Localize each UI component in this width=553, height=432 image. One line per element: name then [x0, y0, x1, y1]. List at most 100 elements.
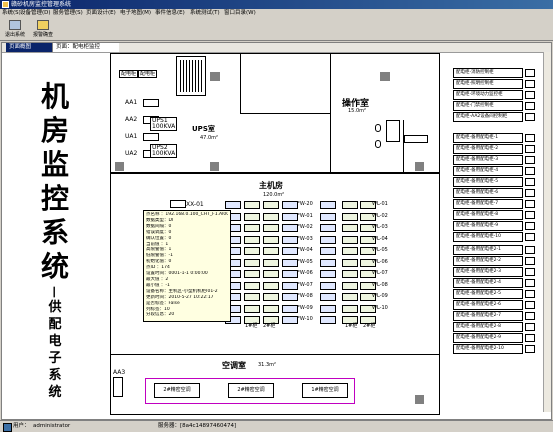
cabinet-status-indicator[interactable]: [525, 345, 535, 353]
cabinet-e[interactable]: [320, 224, 336, 232]
ac-unit-2[interactable]: 2#精密空调: [228, 383, 274, 398]
cabinet-e[interactable]: [320, 316, 336, 324]
ua1-cabinet[interactable]: [143, 133, 159, 141]
cabinet-list-item[interactable]: 配电柜-备用配电柜-4: [453, 166, 523, 176]
cabinet-top-2[interactable]: 配电柜: [138, 70, 158, 78]
cabinet-f[interactable]: [342, 224, 358, 232]
menu-item-6[interactable]: 系统测试(T): [190, 9, 220, 18]
cabinet-status-indicator[interactable]: [525, 69, 535, 77]
cabinet-status-indicator[interactable]: [525, 268, 535, 276]
ups1[interactable]: UPS1 100KVA: [150, 117, 178, 131]
cabinet-status-indicator[interactable]: [525, 301, 535, 309]
menu-item-2[interactable]: 服务管理(S): [53, 9, 83, 18]
cabinet-list-item[interactable]: 配电柜-消防控制柜: [453, 68, 523, 78]
cabinet-f[interactable]: [342, 293, 358, 301]
cabinet-c[interactable]: [263, 224, 279, 232]
cabinet-d[interactable]: [282, 316, 298, 324]
cabinet-f[interactable]: [342, 304, 358, 313]
cabinet-e[interactable]: [320, 247, 336, 255]
cabinet-list-item[interactable]: 配电柜-备用配电柜-3: [453, 155, 523, 165]
cabinet-b[interactable]: [244, 235, 260, 244]
cabinet-e[interactable]: [320, 293, 336, 301]
cabinet-c[interactable]: [263, 201, 279, 209]
cabinet-c[interactable]: [263, 304, 279, 313]
cabinet-c[interactable]: [263, 293, 279, 301]
cabinet-status-indicator[interactable]: [525, 189, 535, 197]
cabinet-list-item[interactable]: 配电柜-备用配电柜2-2: [453, 256, 523, 266]
cabinet-d[interactable]: [282, 258, 298, 267]
cabinet-list-item[interactable]: 配电柜-备用配电柜-9: [453, 221, 523, 231]
cabinet-d[interactable]: [282, 247, 298, 255]
cabinet-status-indicator[interactable]: [525, 91, 535, 99]
cabinet-status-indicator[interactable]: [525, 222, 535, 230]
ac-unit-1[interactable]: 2#精密空调: [154, 383, 200, 398]
cabinet-status-indicator[interactable]: [525, 134, 535, 142]
cabinet-list-item[interactable]: 配电柜-备用配电柜-2: [453, 144, 523, 154]
cabinet-status-indicator[interactable]: [525, 279, 535, 287]
cabinet-list-item[interactable]: 配电柜-备用配电柜-5: [453, 177, 523, 187]
cabinet-c[interactable]: [263, 258, 279, 267]
cabinet-d[interactable]: [282, 201, 298, 209]
cabinet-status-indicator[interactable]: [525, 200, 535, 208]
cabinet-list-item[interactable]: 配电柜-AA2设备间控制柜: [453, 112, 523, 122]
cabinet-e[interactable]: [320, 212, 336, 221]
cabinet-list-item[interactable]: 配电柜-备用配电柜-10: [453, 232, 523, 242]
menu-item-0[interactable]: 系统(S): [2, 9, 21, 18]
cabinet-b[interactable]: [244, 247, 260, 255]
cabinet-list-item[interactable]: 配电柜-备用配电柜2-4: [453, 278, 523, 288]
cabinet-list-item[interactable]: 配电柜-备用配电柜2-10: [453, 344, 523, 354]
cabinet-status-indicator[interactable]: [525, 178, 535, 186]
cabinet-f[interactable]: [342, 212, 358, 221]
cabinet-status-indicator[interactable]: [525, 290, 535, 298]
tab-distribution[interactable]: 页面：配电柜监控: [52, 43, 119, 52]
exit-system-button[interactable]: 退出系统: [2, 19, 28, 39]
cabinet-f[interactable]: [342, 270, 358, 278]
cabinet-list-item[interactable]: 配电柜-备用配电柜-7: [453, 199, 523, 209]
cabinet-f[interactable]: [342, 201, 358, 209]
cabinet-e[interactable]: [320, 304, 336, 313]
cabinet-status-indicator[interactable]: [525, 156, 535, 164]
xx01-cabinet[interactable]: [170, 200, 186, 208]
cabinet-list-item[interactable]: 配电柜-备用配电柜2-1: [453, 245, 523, 255]
cabinet-b[interactable]: [244, 258, 260, 267]
cabinet-c[interactable]: [263, 212, 279, 221]
cabinet-a[interactable]: [225, 201, 241, 209]
cabinet-status-indicator[interactable]: [525, 246, 535, 254]
cabinet-list-item[interactable]: 配电柜-备用配电柜-8: [453, 210, 523, 220]
cabinet-list-item[interactable]: 配电柜-备用配电柜2-9: [453, 333, 523, 343]
tab-overview[interactable]: 页面概图: [6, 43, 56, 52]
cabinet-b[interactable]: [244, 224, 260, 232]
cabinet-c[interactable]: [263, 281, 279, 290]
cabinet-b[interactable]: [244, 293, 260, 301]
aa1-cabinet[interactable]: [143, 99, 159, 107]
cabinet-f[interactable]: [342, 247, 358, 255]
cabinet-status-indicator[interactable]: [525, 211, 535, 219]
menu-item-1[interactable]: 设备管理(D): [20, 9, 51, 18]
ups2[interactable]: UPS2 100KVA: [150, 144, 178, 158]
cabinet-status-indicator[interactable]: [525, 312, 535, 320]
cabinet-d[interactable]: [282, 235, 298, 244]
cabinet-status-indicator[interactable]: [525, 80, 535, 88]
menu-item-7[interactable]: 窗口目录(W): [224, 9, 256, 18]
cabinet-d[interactable]: [282, 224, 298, 232]
cabinet-f[interactable]: [342, 281, 358, 290]
cabinet-list-item[interactable]: 配电柜-备用配电柜-1: [453, 133, 523, 143]
cabinet-list-item[interactable]: 配电柜-备用配电柜2-5: [453, 289, 523, 299]
cabinet-list-item[interactable]: 配电柜-备用配电柜2-8: [453, 322, 523, 332]
cabinet-d[interactable]: [282, 212, 298, 221]
cabinet-b[interactable]: [244, 212, 260, 221]
cabinet-list-item[interactable]: 配电柜-备用配电柜2-3: [453, 267, 523, 277]
vertical-scrollbar[interactable]: [543, 52, 551, 412]
cabinet-c[interactable]: [263, 270, 279, 278]
cabinet-e[interactable]: [320, 235, 336, 244]
cabinet-list-item[interactable]: 配电柜-门禁控制柜: [453, 101, 523, 111]
cabinet-status-indicator[interactable]: [525, 323, 535, 331]
cabinet-status-indicator[interactable]: [525, 233, 535, 241]
cabinet-status-indicator[interactable]: [525, 167, 535, 175]
cabinet-list-item[interactable]: 配电柜-环境动力监控柜: [453, 90, 523, 100]
cabinet-b[interactable]: [244, 201, 260, 209]
cabinet-e[interactable]: [320, 201, 336, 209]
cabinet-b[interactable]: [244, 304, 260, 313]
cabinet-list-item[interactable]: 配电柜-备用配电柜2-7: [453, 311, 523, 321]
cabinet-d[interactable]: [282, 304, 298, 313]
